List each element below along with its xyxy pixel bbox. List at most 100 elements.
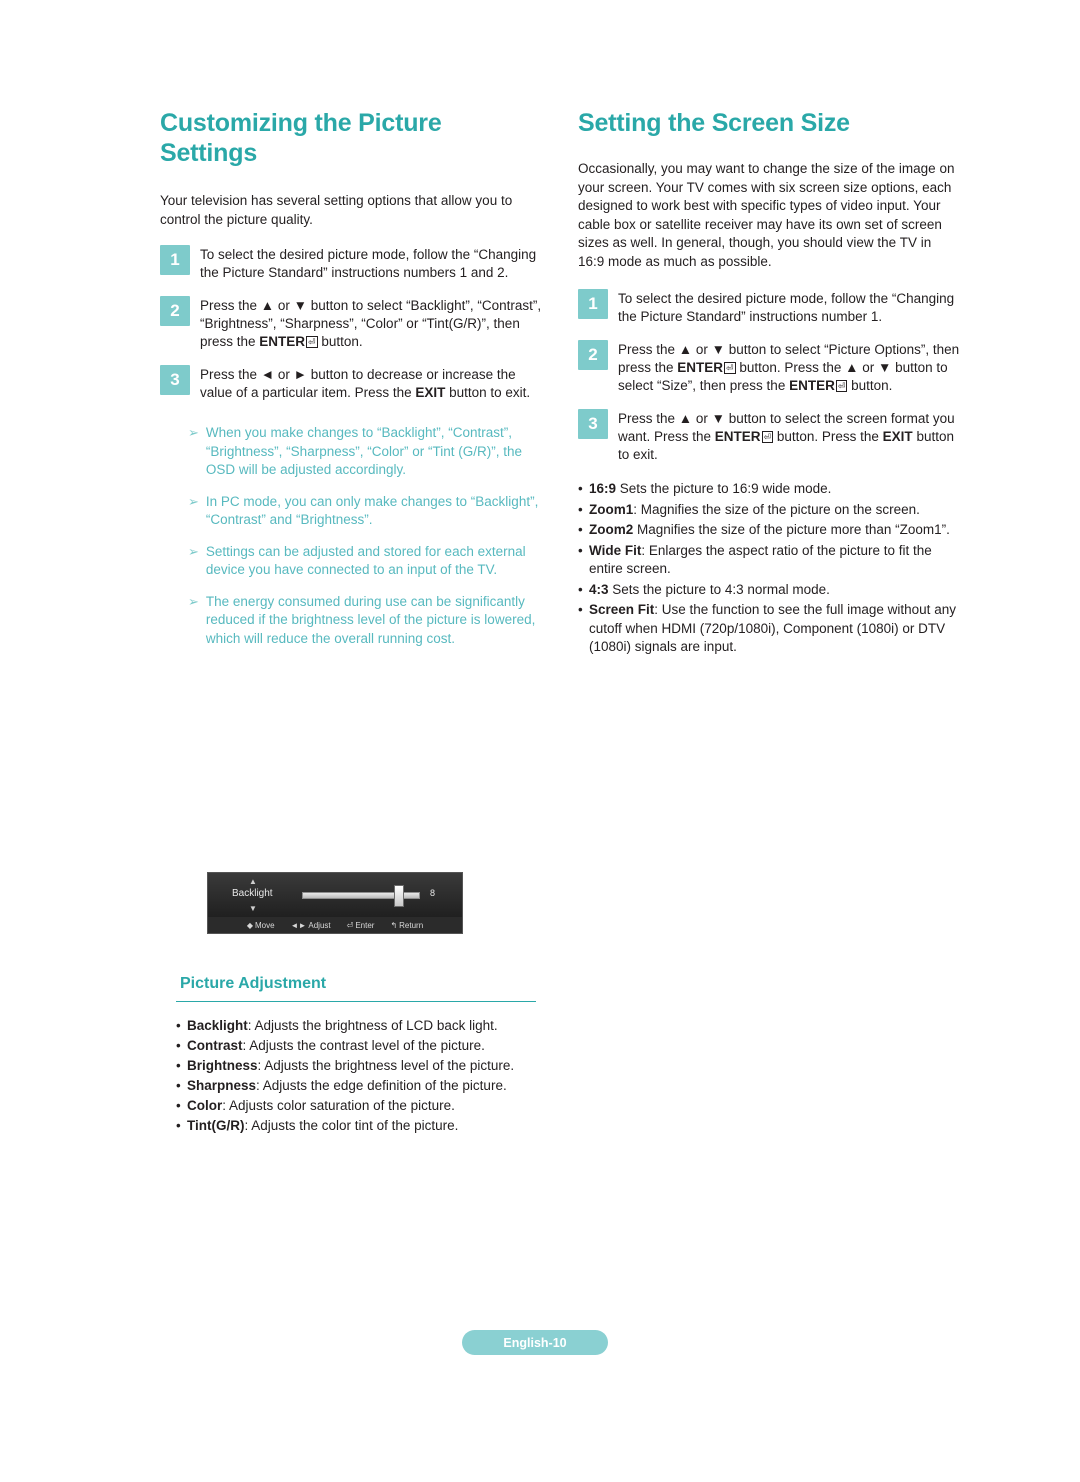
list-item-text: Brightness: Adjusts the brightness level… (187, 1056, 514, 1076)
option-term: Wide Fit (589, 542, 642, 558)
bullet-dot-icon: • (176, 1118, 181, 1133)
note-arrow-icon: ➢ (188, 493, 199, 509)
list-item: • Wide Fit: Enlarges the aspect ratio of… (578, 542, 960, 579)
left-step-1: 1 To select the desired picture mode, fo… (160, 245, 542, 282)
adjustment-desc: : Adjusts the brightness level of the pi… (257, 1058, 515, 1073)
list-item: • Backlight: Adjusts the brightness of L… (176, 1016, 536, 1036)
list-item: • 4:3 Sets the picture to 4:3 normal mod… (578, 581, 960, 600)
list-item: • Color: Adjusts color saturation of the… (176, 1096, 536, 1116)
list-item-text: 16:9 Sets the picture to 16:9 wide mode. (589, 480, 960, 499)
note-arrow-icon: ➢ (188, 425, 199, 440)
move-key-label: Move (254, 920, 275, 930)
list-item: • Sharpness: Adjusts the edge definition… (176, 1076, 536, 1096)
left-note-4: ➢ The energy consumed during use can be … (160, 593, 542, 649)
list-item: • Zoom2 Magnifies the size of the pictur… (578, 521, 960, 540)
option-term: 16:9 (589, 481, 617, 496)
bullet-dot-icon: • (176, 1098, 181, 1113)
bullet-dot-icon: • (578, 522, 583, 537)
option-desc: Magnifies the size of the picture more t… (633, 522, 950, 537)
adjustment-desc: : Adjusts the edge definition of the pic… (256, 1078, 507, 1093)
arrow-up-icon: ▲ (249, 877, 257, 886)
step-text: Press the ▲ or ▼ button to select “Backl… (200, 298, 542, 349)
list-item: • Tint(G/R): Adjusts the color tint of t… (176, 1116, 536, 1136)
step-text: Press the ▲ or ▼ button to select “Pictu… (618, 342, 960, 393)
osd-slider-row: ▲ ▼ Backlight 8 (208, 873, 462, 917)
list-item-text: Contrast: Adjusts the contrast level of … (187, 1036, 485, 1056)
picture-adjustment-list: • Backlight: Adjusts the brightness of L… (176, 1016, 536, 1136)
adjustment-desc: : Adjusts the brightness of LCD back lig… (247, 1018, 498, 1033)
move-key-icon: ◆ (246, 920, 253, 930)
left-step-3: 3 Press the ◄ or ► button to decrease or… (160, 365, 542, 402)
list-item: • Brightness: Adjusts the brightness lev… (176, 1056, 536, 1076)
list-item-text: Color: Adjusts color saturation of the p… (187, 1096, 455, 1116)
osd-key-guide: ◆ Move ◄► Adjust ⏎ Enter ↰ Return (208, 917, 462, 933)
osd-key-return: ↰ Return (390, 921, 423, 930)
adjustment-term: Brightness (187, 1058, 258, 1073)
adjust-key-icon: ◄► (290, 920, 307, 930)
bullet-dot-icon: • (578, 501, 583, 517)
list-item-text: 4:3 Sets the picture to 4:3 normal mode. (589, 581, 960, 600)
step-text: Press the ◄ or ► button to decrease or i… (200, 367, 531, 400)
step-text: Press the ▲ or ▼ button to select the sc… (618, 411, 955, 462)
right-step-3: 3 Press the ▲ or ▼ button to select the … (578, 409, 960, 464)
adjustment-term: Tint(G/R) (187, 1118, 245, 1133)
step-text: To select the desired picture mode, foll… (618, 291, 955, 324)
screen-size-options-list: • 16:9 Sets the picture to 16:9 wide mod… (578, 480, 960, 657)
adjustment-term: Sharpness (187, 1078, 257, 1093)
enter-key-icon: ⏎ (346, 920, 354, 930)
page-title-left: Customizing the Picture Settings (160, 109, 442, 167)
step-number-badge: 2 (578, 340, 608, 370)
arrow-down-icon: ▼ (249, 904, 257, 913)
osd-key-adjust: ◄► Adjust (291, 921, 331, 930)
bullet-dot-icon: • (176, 1038, 181, 1053)
step-number-badge: 1 (160, 245, 190, 275)
note-text: The energy consumed during use can be si… (205, 593, 536, 646)
note-text: Settings can be adjusted and stored for … (205, 543, 526, 578)
list-item-text: Screen Fit: Use the function to see the … (589, 601, 960, 657)
bullet-dot-icon: • (176, 1018, 181, 1033)
list-item: • Zoom1: Magnifies the size of the pictu… (578, 501, 960, 520)
option-desc: Sets the picture to 4:3 normal mode. (608, 581, 830, 597)
note-arrow-icon: ➢ (188, 593, 199, 609)
step-number-badge: 1 (578, 289, 608, 319)
osd-slider-handle (394, 885, 404, 907)
bullet-dot-icon: • (578, 542, 583, 558)
right-step-1: 1 To select the desired picture mode, fo… (578, 289, 960, 326)
adjustment-term: Backlight (187, 1018, 248, 1033)
adjust-key-label: Adjust (308, 920, 331, 930)
option-term: 4:3 (589, 581, 609, 597)
return-key-label: Return (399, 920, 424, 930)
osd-key-move: ◆ Move (247, 921, 275, 930)
bullet-dot-icon: • (578, 581, 583, 597)
adjustment-desc: : Adjusts color saturation of the pictur… (222, 1098, 455, 1113)
adjustment-term: Contrast (187, 1038, 243, 1053)
right-step-2: 2 Press the ▲ or ▼ button to select “Pic… (578, 340, 960, 395)
picture-adjustment-title: Picture Adjustment (180, 975, 327, 992)
osd-value: 8 (430, 888, 436, 898)
enter-key-label: Enter (355, 920, 375, 930)
list-item-text: Backlight: Adjusts the brightness of LCD… (187, 1016, 498, 1036)
list-item: • Contrast: Adjusts the contrast level o… (176, 1036, 536, 1056)
bullet-dot-icon: • (176, 1078, 181, 1093)
note-text: In PC mode, you can only make changes to… (205, 493, 539, 528)
step-number-badge: 2 (160, 296, 190, 326)
osd-key-enter: ⏎ Enter (347, 921, 375, 930)
page-title-right: Setting the Screen Size (578, 109, 850, 137)
right-intro-text: Occasionally, you may want to change the… (578, 161, 955, 269)
option-term: Zoom2 (589, 522, 634, 537)
section-divider (176, 1001, 536, 1002)
return-key-icon: ↰ (390, 920, 398, 930)
list-item: • 16:9 Sets the picture to 16:9 wide mod… (578, 480, 960, 499)
left-note-3: ➢ Settings can be adjusted and stored fo… (160, 543, 542, 580)
step-number-badge: 3 (160, 365, 190, 395)
option-term: Zoom1 (589, 501, 634, 517)
option-desc: Sets the picture to 16:9 wide mode. (616, 481, 832, 496)
option-desc: : Enlarges the aspect ratio of the pictu… (589, 542, 932, 577)
step-number-badge: 3 (578, 409, 608, 439)
left-intro-text: Your television has several setting opti… (160, 193, 513, 227)
picture-adjustment-section: Picture Adjustment • Backlight: Adjusts … (176, 975, 536, 1136)
step-text: To select the desired picture mode, foll… (200, 247, 537, 280)
bullet-dot-icon: • (176, 1058, 181, 1073)
adjustment-desc: : Adjusts the color tint of the picture. (244, 1118, 459, 1133)
list-item-text: Sharpness: Adjusts the edge definition o… (187, 1076, 507, 1096)
